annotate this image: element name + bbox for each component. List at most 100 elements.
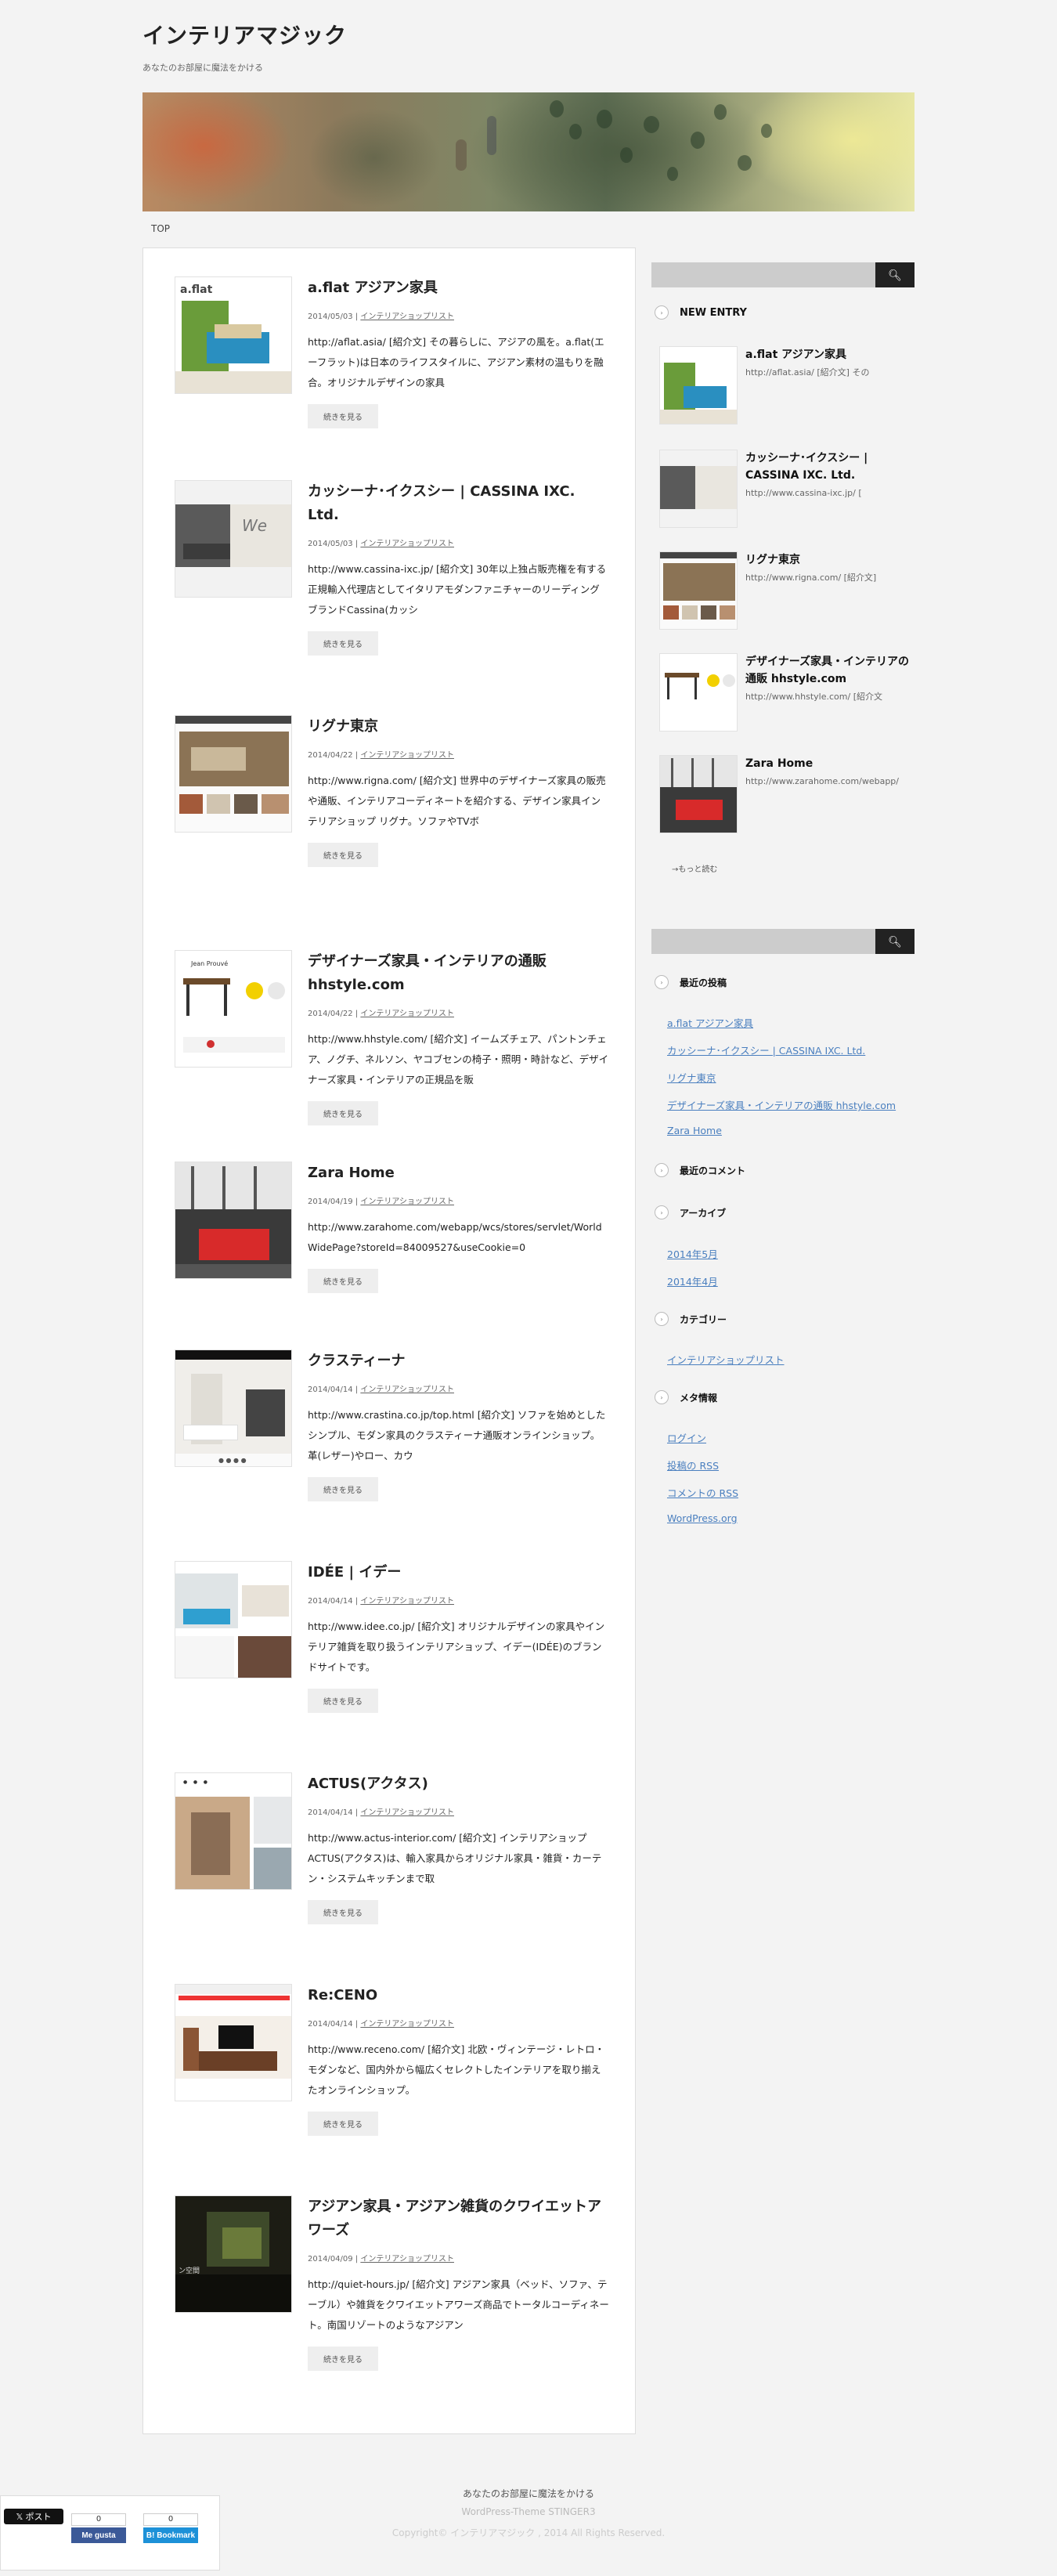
- read-more-button[interactable]: 続きを見る: [308, 1477, 378, 1501]
- recent-post-link[interactable]: デザイナーズ家具・インテリアの通販 hhstyle.com: [667, 1097, 896, 1112]
- post-meta: 2014/04/14 | インテリアショップリスト: [308, 1808, 454, 1817]
- post-excerpt: http://www.cassina-ixc.jp/ [紹介文] 30年以上独占…: [308, 563, 607, 616]
- post-thumbnail[interactable]: [175, 715, 292, 833]
- post-title[interactable]: a.flat アジアン家具: [308, 276, 609, 300]
- facebook-count: 0: [71, 2513, 126, 2526]
- post-title[interactable]: Re:CENO: [308, 1984, 609, 2007]
- entry-excerpt: http://aflat.asia/ [紹介文] その: [745, 367, 870, 378]
- entry-thumbnail[interactable]: [659, 450, 738, 528]
- post-title[interactable]: ACTUS(アクタス): [308, 1772, 609, 1796]
- entry-thumbnail[interactable]: [659, 346, 738, 425]
- twitter-post-button[interactable]: 𝕏 ポスト: [4, 2509, 63, 2524]
- read-more-button[interactable]: 続きを見る: [308, 1900, 378, 1924]
- category-link[interactable]: インテリアショップリスト: [667, 1352, 785, 1367]
- post-category-link[interactable]: インテリアショップリスト: [360, 540, 454, 548]
- post-category-link[interactable]: インテリアショップリスト: [360, 313, 454, 321]
- chevron-right-icon: ›: [655, 975, 669, 989]
- post-thumbnail[interactable]: [175, 1984, 292, 2101]
- chevron-right-icon: ›: [655, 1390, 669, 1404]
- widget-title-text: メタ情報: [680, 1392, 718, 1404]
- search-button[interactable]: 🔍︎: [875, 929, 915, 954]
- search-button[interactable]: 🔍︎: [875, 262, 915, 287]
- read-more-button[interactable]: 続きを見る: [308, 843, 378, 867]
- entry-thumbnail[interactable]: [659, 551, 738, 630]
- post-title[interactable]: デザイナーズ家具・インテリアの通販 hhstyle.com: [308, 950, 609, 997]
- recent-post-link[interactable]: Zara Home: [667, 1125, 722, 1136]
- post-thumbnail[interactable]: a.flat: [175, 276, 292, 394]
- post-thumbnail[interactable]: ン空間: [175, 2195, 292, 2313]
- entry-thumbnail[interactable]: [659, 755, 738, 833]
- read-more-button[interactable]: 続きを見る: [308, 2112, 378, 2136]
- post-date: 2014/04/14: [308, 1386, 353, 1394]
- post-meta: 2014/04/19 | インテリアショップリスト: [308, 1198, 454, 1206]
- post-title[interactable]: クラスティーナ: [308, 1349, 609, 1373]
- facebook-like-button[interactable]: Me gusta: [71, 2527, 126, 2543]
- post-category-link[interactable]: インテリアショップリスト: [360, 2020, 454, 2029]
- post-category-link[interactable]: インテリアショップリスト: [360, 1808, 454, 1817]
- post-excerpt: http://www.receno.com/ [紹介文] 北欧・ヴィンテージ・レ…: [308, 2043, 605, 2096]
- search-form-secondary: 🔍︎: [651, 929, 915, 954]
- archive-link[interactable]: 2014年4月: [667, 1274, 718, 1288]
- search-icon: 🔍︎: [888, 268, 902, 281]
- categories-heading: › カテゴリー: [655, 1312, 727, 1326]
- recent-posts-heading: › 最近の投稿: [655, 975, 727, 989]
- post-thumbnail[interactable]: ● ● ● ●: [175, 1349, 292, 1467]
- post-thumbnail[interactable]: [175, 1162, 292, 1279]
- read-more-button[interactable]: 続きを見る: [308, 1269, 378, 1293]
- new-entry-item[interactable]: デザイナーズ家具・インテリアの通販 hhstyle.com http://www…: [659, 653, 910, 732]
- post-category-link[interactable]: インテリアショップリスト: [360, 1597, 454, 1606]
- post-title[interactable]: Zara Home: [308, 1162, 609, 1185]
- post-title[interactable]: アジアン家具・アジアン雑貨のクワイエットアワーズ: [308, 2195, 609, 2242]
- read-more-button[interactable]: 続きを見る: [308, 2347, 378, 2371]
- post-category-link[interactable]: インテリアショップリスト: [360, 1386, 454, 1394]
- post-date: 2014/04/14: [308, 1808, 353, 1817]
- read-more-button[interactable]: 続きを見る: [308, 1101, 378, 1125]
- post-category-link[interactable]: インテリアショップリスト: [360, 1010, 454, 1018]
- widget-title-text: 最近のコメント: [680, 1165, 746, 1176]
- post-date: 2014/05/03: [308, 313, 353, 321]
- post-excerpt: http://aflat.asia/ [紹介文] その暮らしに、アジアの風を。a…: [308, 336, 604, 388]
- new-entry-item[interactable]: リグナ東京 http://www.rigna.com/ [紹介文]: [659, 551, 910, 630]
- entry-title[interactable]: カッシーナ･イクスシー | CASSINA IXC. Ltd.: [745, 450, 910, 484]
- meta-link-comments-rss[interactable]: コメントの RSS: [667, 1485, 738, 1500]
- entry-thumbnail[interactable]: [659, 653, 738, 732]
- post-category-link[interactable]: インテリアショップリスト: [360, 1198, 454, 1206]
- post-thumbnail[interactable]: We: [175, 480, 292, 598]
- post-title[interactable]: カッシーナ･イクスシー | CASSINA IXC. Ltd.: [308, 480, 609, 527]
- recent-post-link[interactable]: リグナ東京: [667, 1070, 716, 1085]
- search-input[interactable]: [651, 262, 875, 287]
- entry-title[interactable]: デザイナーズ家具・インテリアの通販 hhstyle.com: [745, 653, 910, 688]
- new-entry-item[interactable]: カッシーナ･イクスシー | CASSINA IXC. Ltd. http://w…: [659, 450, 910, 528]
- read-more-button[interactable]: 続きを見る: [308, 631, 378, 656]
- post-date: 2014/04/14: [308, 2020, 353, 2029]
- post-category-link[interactable]: インテリアショップリスト: [360, 751, 454, 760]
- new-entry-item[interactable]: Zara Home http://www.zarahome.com/webapp…: [659, 755, 910, 833]
- meta-link-posts-rss[interactable]: 投稿の RSS: [667, 1458, 719, 1472]
- meta-link-wordpress[interactable]: WordPress.org: [667, 1512, 738, 1524]
- post-title[interactable]: リグナ東京: [308, 715, 609, 739]
- entry-title[interactable]: Zara Home: [745, 755, 910, 772]
- recent-post-link[interactable]: カッシーナ･イクスシー | CASSINA IXC. Ltd.: [667, 1042, 865, 1057]
- post-thumbnail[interactable]: Jean Prouvé: [175, 950, 292, 1068]
- recent-post-link[interactable]: a.flat アジアン家具: [667, 1015, 753, 1030]
- read-more-button[interactable]: 続きを見る: [308, 404, 378, 428]
- hatena-bookmark-button[interactable]: B! Bookmark: [143, 2527, 198, 2543]
- meta-link-login[interactable]: ログイン: [667, 1430, 706, 1445]
- share-bar: 𝕏 ポスト 0 Me gusta 0 B! Bookmark: [0, 2495, 220, 2571]
- post-category-link[interactable]: インテリアショップリスト: [360, 2255, 454, 2263]
- archive-link[interactable]: 2014年5月: [667, 1246, 718, 1261]
- breadcrumb[interactable]: TOP: [151, 223, 170, 234]
- post-meta: 2014/04/22 | インテリアショップリスト: [308, 1010, 454, 1018]
- entry-title[interactable]: リグナ東京: [745, 551, 910, 569]
- site-title[interactable]: インテリアマジック: [142, 19, 915, 50]
- header-image: [142, 92, 915, 211]
- read-more-button[interactable]: 続きを見る: [308, 1689, 378, 1713]
- post-date: 2014/04/09: [308, 2255, 353, 2263]
- post-title[interactable]: IDÉE | イデー: [308, 1561, 609, 1584]
- more-entries-link[interactable]: →もっと読む: [672, 862, 717, 874]
- search-input[interactable]: [651, 929, 875, 954]
- new-entry-item[interactable]: a.flat アジアン家具 http://aflat.asia/ [紹介文] そ…: [659, 346, 910, 425]
- post-thumbnail[interactable]: [175, 1561, 292, 1678]
- post-thumbnail[interactable]: ● ● ●: [175, 1772, 292, 1890]
- entry-title[interactable]: a.flat アジアン家具: [745, 346, 910, 363]
